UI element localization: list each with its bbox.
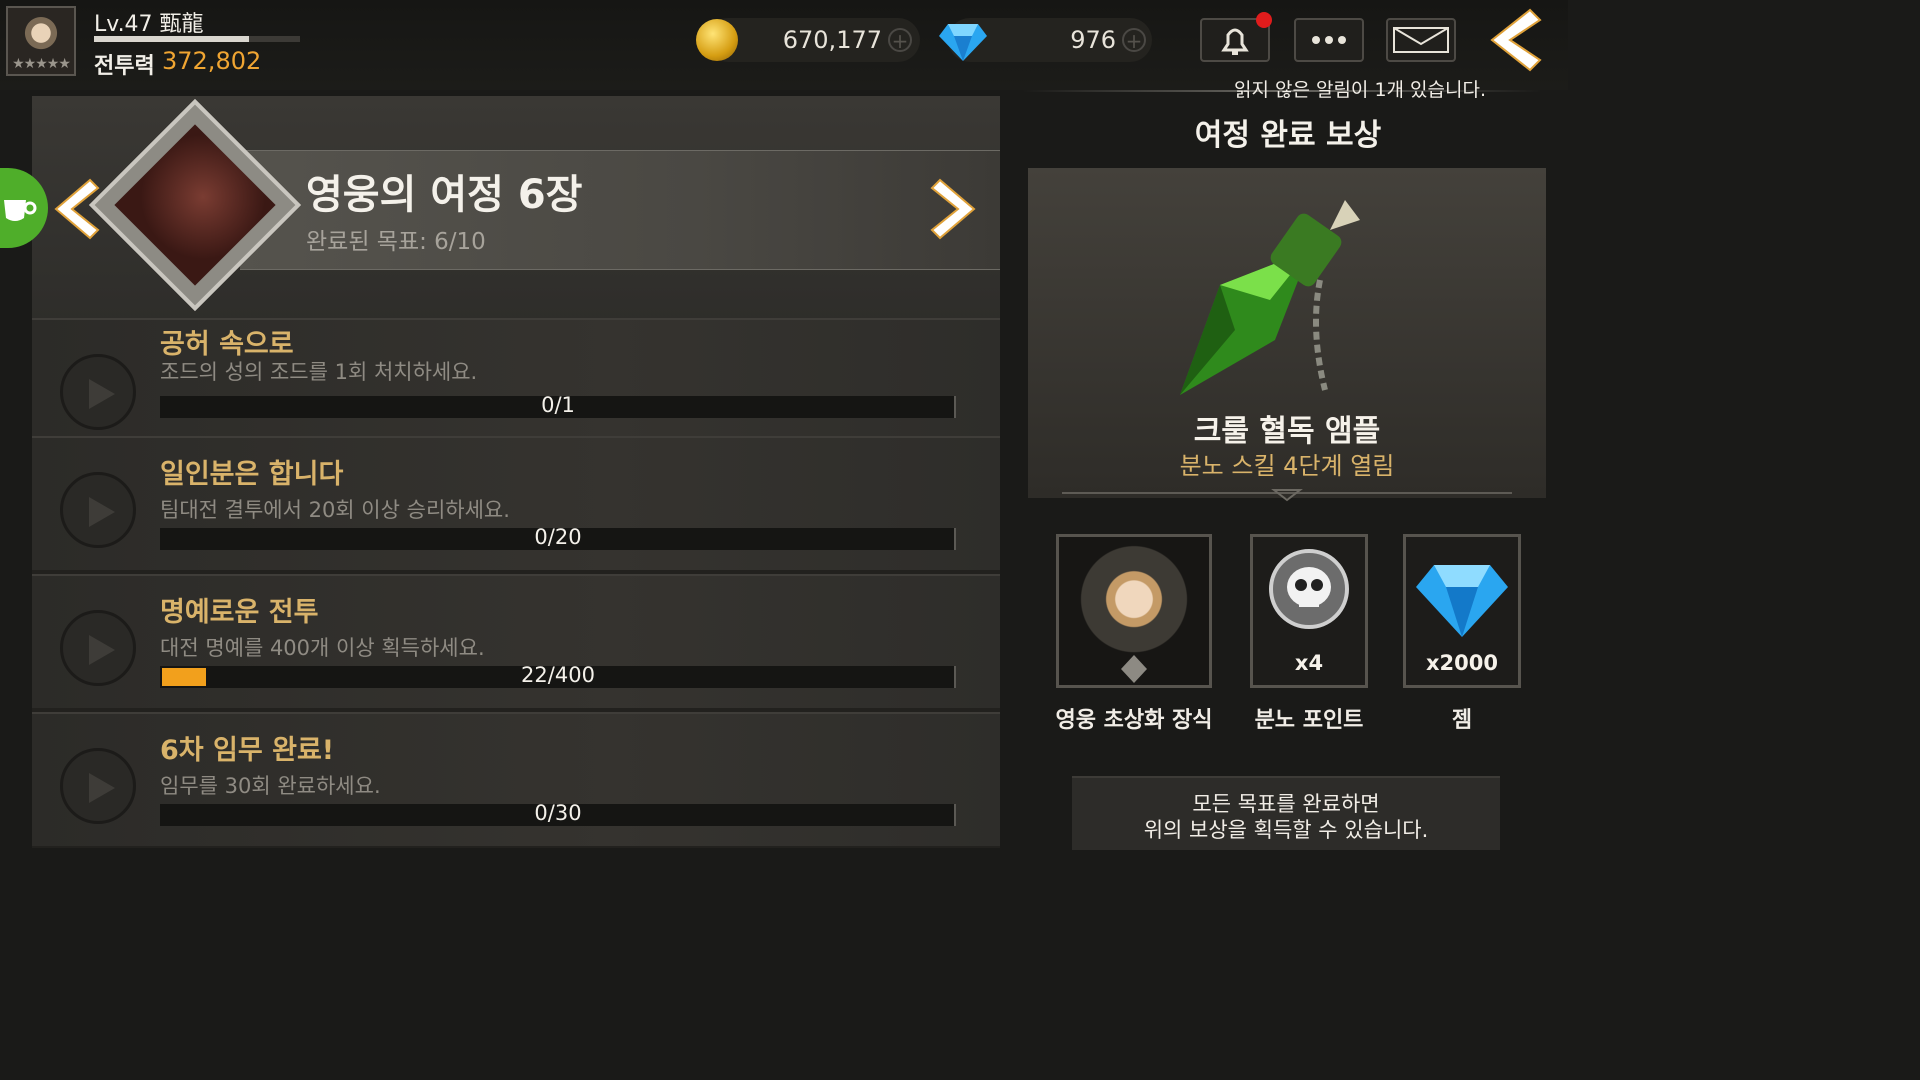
play-icon xyxy=(89,773,115,803)
cup-icon xyxy=(4,200,37,221)
play-icon xyxy=(89,379,115,409)
quest-progress-count: 22/400 xyxy=(521,663,595,687)
quest-play-button[interactable] xyxy=(60,354,136,430)
quest-row: 6차 임무 완료! 임무를 30회 완료하세요. 0/30 xyxy=(32,712,1000,846)
poison-ampoule-icon[interactable] xyxy=(1160,190,1380,420)
gold-coin-icon xyxy=(696,19,738,61)
unread-notice-text: 읽지 않은 알림이 1개 있습니다. xyxy=(1233,79,1487,101)
quest-row: 명예로운 전투 대전 명예를 400개 이상 획득하세요. 22/400 xyxy=(32,574,1000,708)
ornament-divider xyxy=(1062,489,1512,502)
add-gold-icon[interactable]: + xyxy=(888,28,912,52)
reward-rage-point-slot[interactable]: x4 xyxy=(1250,534,1368,688)
quest-play-button[interactable] xyxy=(60,610,136,686)
rage-point-count: x4 xyxy=(1294,651,1324,675)
mail-button[interactable] xyxy=(1386,18,1456,62)
reward-gem-slot[interactable]: x2000 xyxy=(1403,534,1521,688)
quest-play-button[interactable] xyxy=(60,748,136,824)
rage-point-reward-label: 분노 포인트 xyxy=(1254,708,1364,733)
quest-progress-bar: 0/20 xyxy=(160,525,956,550)
more-dots-icon xyxy=(1312,36,1346,44)
mail-icon xyxy=(1393,27,1449,53)
reward-info-line-2: 위의 보상을 획득할 수 있습니다. xyxy=(1143,818,1429,842)
gold-amount: 670,177 xyxy=(782,26,882,54)
quest-description: 임무를 30회 완료하세요. xyxy=(160,774,381,798)
prev-chapter-arrow-icon[interactable] xyxy=(50,178,100,240)
quest-row: 일인분은 합니다 팀대전 결투에서 20회 이상 승리하세요. 0/20 xyxy=(32,436,1000,570)
gem-reward-label: 젬 xyxy=(1451,708,1473,733)
portrait-frame-ornament-icon xyxy=(1121,655,1147,683)
quest-title: 6차 임무 완료! xyxy=(160,735,335,766)
add-gems-icon[interactable]: + xyxy=(1122,28,1146,52)
quest-description: 대전 명예를 400개 이상 획득하세요. xyxy=(160,636,485,660)
quest-title: 일인분은 합니다 xyxy=(160,459,344,490)
skull-coin-icon xyxy=(1269,549,1349,629)
exp-bar xyxy=(94,36,300,42)
portrait-reward-label: 영웅 초상화 장식 xyxy=(1055,708,1213,733)
quest-row: 공허 속으로 조드의 성의 조드를 1회 처치하세요. 0/1 xyxy=(32,318,1000,452)
main-reward-name: 크룰 혈독 앰플 xyxy=(1193,414,1381,449)
unread-notification-dot xyxy=(1256,12,1272,28)
quest-play-button[interactable] xyxy=(60,472,136,548)
next-chapter-arrow-icon[interactable] xyxy=(930,178,980,240)
reward-section-title: 여정 완료 보상 xyxy=(1194,118,1382,153)
combat-power-value: 372,802 xyxy=(162,47,262,75)
play-icon xyxy=(89,635,115,665)
gem-reward-count: x2000 xyxy=(1426,651,1498,675)
quest-progress-bar: 22/400 xyxy=(160,663,956,688)
gem-amount: 976 xyxy=(1070,26,1116,54)
quest-progress-count: 0/1 xyxy=(541,393,575,417)
side-cup-button[interactable] xyxy=(0,168,48,248)
quest-description: 팀대전 결투에서 20회 이상 승리하세요. xyxy=(160,498,510,522)
more-menu-button[interactable] xyxy=(1294,18,1364,62)
player-level-name: Lv.47 甄龍 xyxy=(94,12,204,37)
chapter-progress-text: 완료된 목표: 6/10 xyxy=(306,229,486,255)
main-reward-description: 분노 스킬 4단계 열림 xyxy=(1179,452,1395,480)
exp-bar-fill xyxy=(94,36,249,42)
quest-progress-bar: 0/30 xyxy=(160,801,956,826)
combat-power-label: 전투력 xyxy=(94,54,155,79)
gem-reward-icon xyxy=(1416,565,1508,637)
quest-title: 명예로운 전투 xyxy=(160,597,319,628)
back-arrow-icon[interactable] xyxy=(1484,8,1544,72)
quest-description: 조드의 성의 조드를 1회 처치하세요. xyxy=(160,360,478,384)
play-icon xyxy=(89,497,115,527)
blue-gem-icon xyxy=(939,24,987,61)
quest-progress-bar: 0/1 xyxy=(160,393,956,418)
avatar-star-rating: ★★★★★ xyxy=(12,56,71,72)
chapter-title: 영웅의 여정 6장 xyxy=(306,172,583,218)
quest-progress-count: 0/30 xyxy=(534,801,582,825)
reward-portrait-frame-slot[interactable] xyxy=(1056,534,1212,688)
quest-progress-count: 0/20 xyxy=(534,525,582,549)
